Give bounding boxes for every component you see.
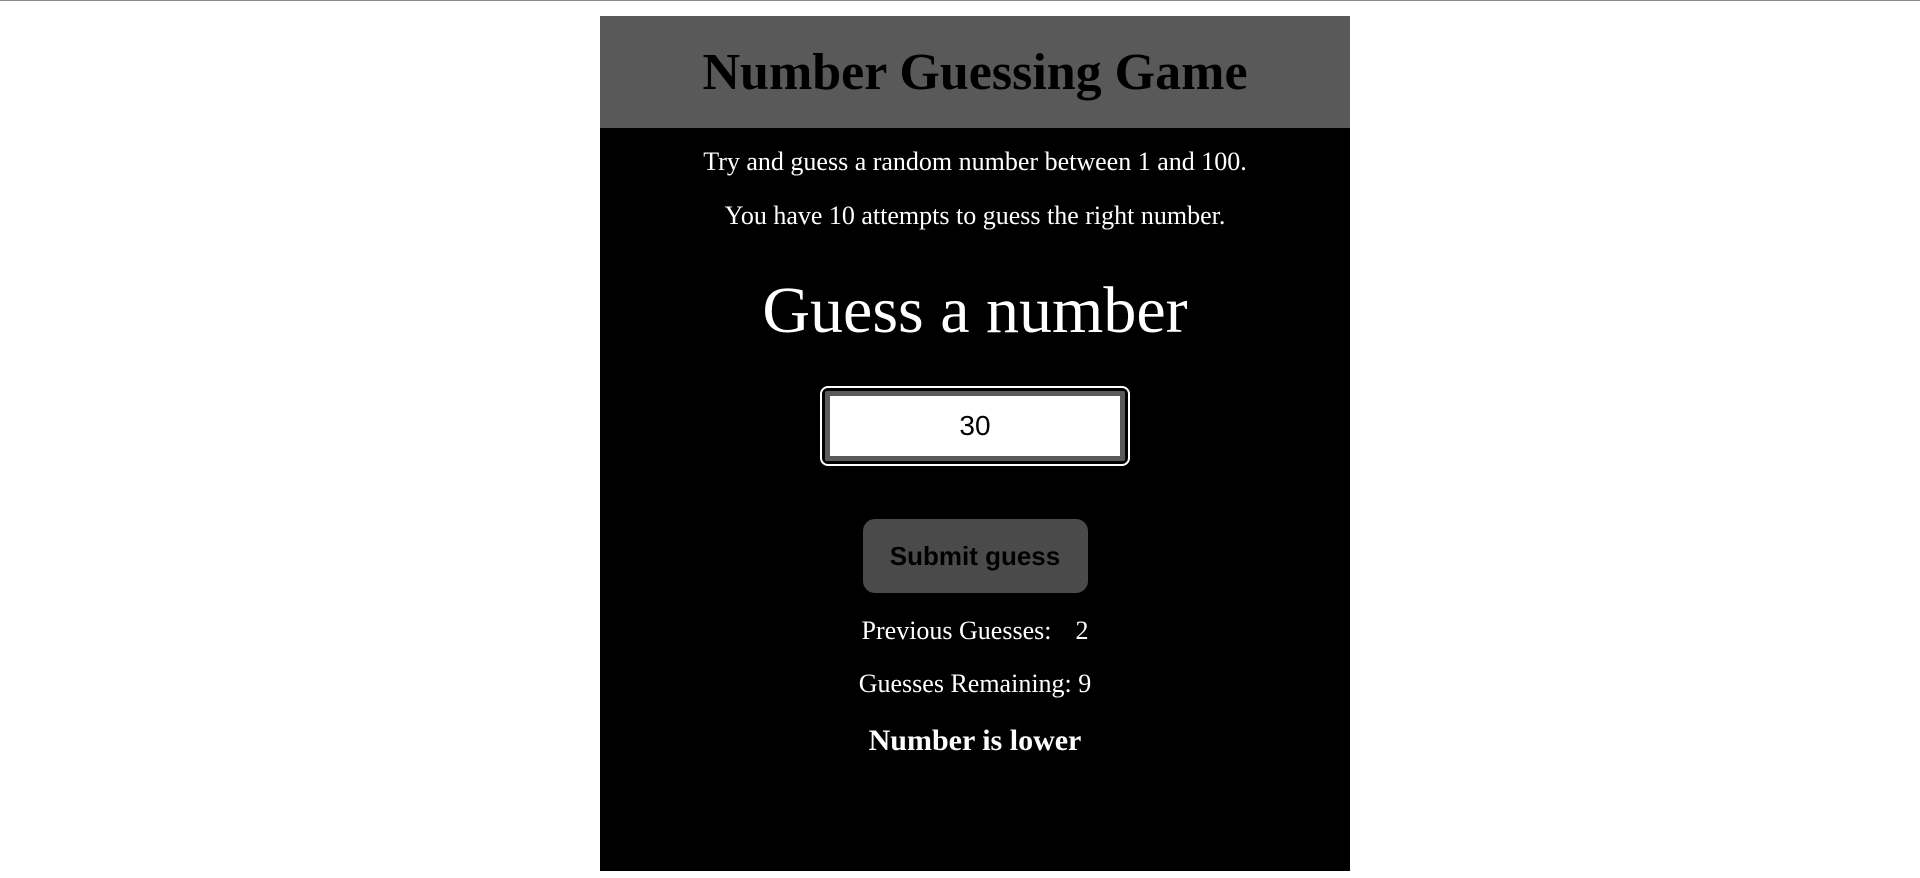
- guess-input-focus-ring: [820, 386, 1130, 466]
- previous-guesses-label: Previous Guesses:: [861, 616, 1052, 645]
- previous-guesses-value: 2: [1075, 616, 1089, 645]
- guesses-remaining-row: Guesses Remaining: 9: [600, 669, 1350, 699]
- guess-heading: Guess a number: [762, 274, 1188, 347]
- window-top-border: [0, 0, 1920, 1]
- guesses-remaining-label: Guesses Remaining:: [858, 669, 1072, 698]
- guess-input[interactable]: [825, 391, 1125, 461]
- game-panel: Number Guessing Game Try and guess a ran…: [600, 16, 1350, 871]
- submit-guess-button[interactable]: Submit guess: [862, 519, 1088, 593]
- guesses-remaining-value: 9: [1078, 669, 1092, 698]
- page-title: Number Guessing Game: [702, 43, 1248, 101]
- previous-guesses-row: Previous Guesses: 2: [600, 616, 1350, 646]
- intro-text-attempts: You have 10 attempts to guess the right …: [724, 201, 1226, 230]
- intro-text-range: Try and guess a random number between 1 …: [703, 147, 1247, 176]
- game-header: Number Guessing Game: [600, 16, 1350, 128]
- result-message: Number is lower: [868, 724, 1082, 757]
